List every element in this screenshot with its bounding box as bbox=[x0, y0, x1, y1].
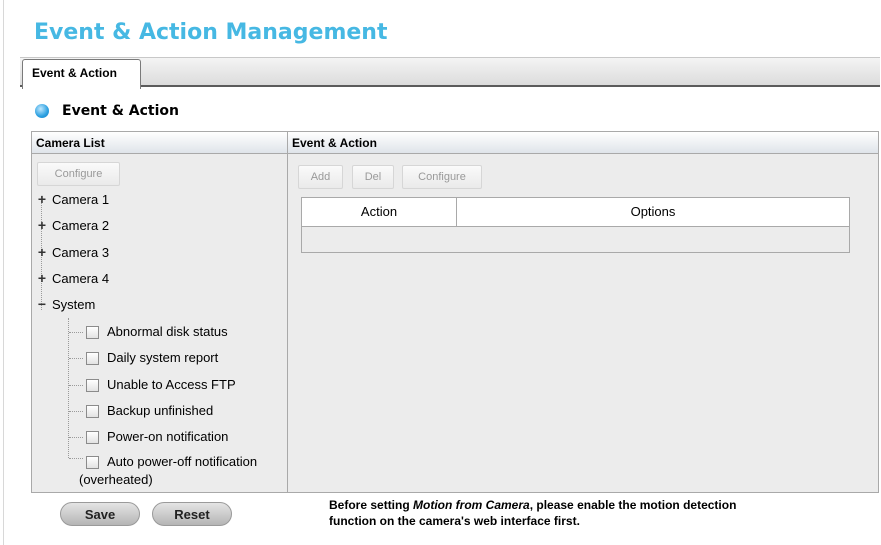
action-table: Action Options bbox=[301, 197, 850, 253]
tab-event-action[interactable]: Event & Action bbox=[22, 59, 141, 89]
tree-item-label: Camera 2 bbox=[52, 218, 110, 233]
tree-connector bbox=[69, 358, 83, 359]
tree-connector bbox=[69, 385, 83, 386]
checkbox-label: Unable to Access FTP bbox=[107, 377, 236, 392]
tab-strip bbox=[20, 57, 880, 87]
column-header-action[interactable]: Action bbox=[302, 198, 456, 226]
note-prefix: Before setting bbox=[329, 498, 414, 512]
note-emphasis: Motion from Camera bbox=[413, 498, 530, 512]
tree-item-label: System bbox=[52, 297, 96, 312]
expand-plus-icon[interactable]: + bbox=[37, 245, 47, 259]
column-header-options[interactable]: Options bbox=[457, 198, 849, 226]
checkbox-label: Abnormal disk status bbox=[107, 324, 228, 339]
checkbox-label: Power-on notification bbox=[107, 429, 229, 444]
status-dot-icon bbox=[35, 104, 49, 118]
table-header: Action Options bbox=[302, 198, 849, 227]
left-border-line bbox=[3, 0, 4, 545]
reset-button[interactable]: Reset bbox=[152, 502, 232, 526]
section-title: Event & Action bbox=[62, 103, 180, 119]
page-title: Event & Action Management bbox=[34, 20, 388, 45]
event-action-panel: Camera List Event & Action Configure + C… bbox=[31, 131, 879, 493]
event-configure-button[interactable]: Configure bbox=[402, 165, 482, 189]
column-divider bbox=[287, 132, 288, 492]
checkbox[interactable] bbox=[86, 326, 99, 339]
checkbox[interactable] bbox=[86, 405, 99, 418]
camera-configure-button[interactable]: Configure bbox=[37, 162, 120, 186]
delete-button[interactable]: Del bbox=[352, 165, 394, 189]
section-header: Event & Action bbox=[35, 100, 179, 122]
tree-connector bbox=[69, 332, 83, 333]
tree-connector bbox=[69, 458, 83, 459]
checkbox[interactable] bbox=[86, 456, 99, 469]
note-line-2: function on the camera's web interface f… bbox=[329, 514, 580, 528]
expand-plus-icon[interactable]: + bbox=[37, 192, 47, 206]
camera-list-header: Camera List bbox=[32, 132, 287, 154]
expand-plus-icon[interactable]: + bbox=[37, 218, 47, 232]
tree-item-label: Camera 3 bbox=[52, 245, 110, 260]
expand-plus-icon[interactable]: + bbox=[37, 271, 47, 285]
checkbox[interactable] bbox=[86, 431, 99, 444]
motion-detection-note: Before setting Motion from Camera, pleas… bbox=[329, 497, 849, 529]
add-button[interactable]: Add bbox=[298, 165, 343, 189]
checkbox-label: Daily system report bbox=[107, 350, 219, 365]
tree-connector bbox=[69, 411, 83, 412]
tree-item-label: Camera 4 bbox=[52, 271, 110, 286]
note-suffix: , please enable the motion detection bbox=[529, 498, 737, 512]
event-action-header: Event & Action bbox=[288, 132, 878, 154]
tree-item-label: Camera 1 bbox=[52, 192, 110, 207]
save-button[interactable]: Save bbox=[60, 502, 140, 526]
tree-connector bbox=[69, 437, 83, 438]
checkbox[interactable] bbox=[86, 379, 99, 392]
checkbox-label-continued: (overheated) bbox=[79, 472, 153, 487]
checkbox[interactable] bbox=[86, 352, 99, 365]
checkbox-label: Backup unfinished bbox=[107, 403, 214, 418]
checkbox-label: Auto power-off notification bbox=[107, 454, 258, 469]
collapse-minus-icon[interactable]: − bbox=[37, 297, 47, 311]
